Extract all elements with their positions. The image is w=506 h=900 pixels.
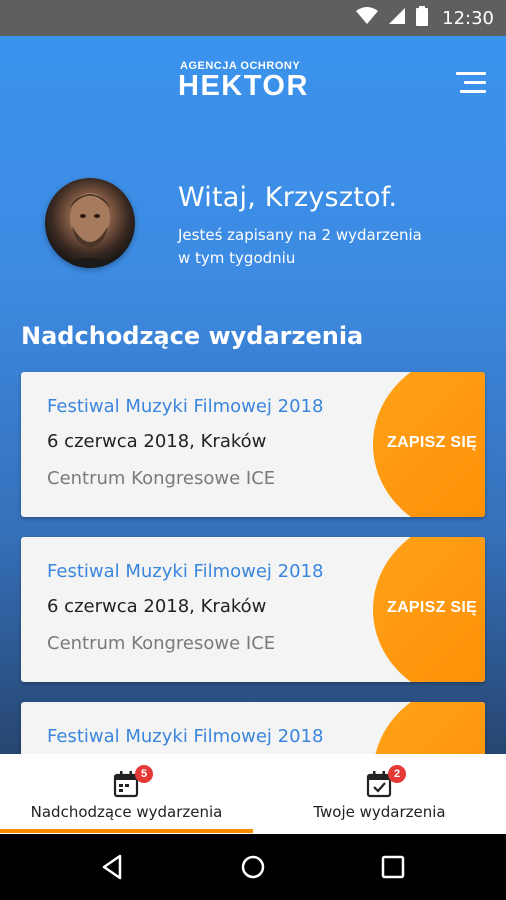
event-date: 6 czerwca 2018, Kraków [47, 431, 267, 452]
avatar[interactable] [45, 178, 135, 268]
event-card[interactable]: Festiwal Muzyki Filmowej 2018 6 czerwca … [21, 537, 485, 682]
active-tab-indicator [0, 829, 253, 833]
badge-count: 2 [388, 765, 406, 783]
recents-icon[interactable] [378, 852, 408, 882]
system-navigation-bar [0, 834, 506, 900]
badge-count: 5 [135, 765, 153, 783]
tab-upcoming-events[interactable]: 5 Nadchodzące wydarzenia [0, 754, 253, 834]
section-title: Nadchodzące wydarzenia [21, 322, 364, 350]
greeting-line-2: w tym tygodniu [178, 249, 296, 267]
event-place: Centrum Kongresowe ICE [47, 633, 276, 654]
back-icon[interactable] [98, 852, 128, 882]
event-date: 6 czerwca 2018, Kraków [47, 596, 267, 617]
cell-signal-icon [388, 7, 406, 29]
signup-button-label[interactable]: ZAPISZ SIĘ [387, 434, 477, 452]
greeting-subtitle: Jesteś zapisany na 2 wydarzenia w tym ty… [178, 224, 458, 270]
brand-logo: AGENCJA OCHRONY HEKTOR [178, 60, 328, 102]
greeting-line-1: Jesteś zapisany na 2 wydarzenia [178, 226, 422, 244]
battery-icon [416, 6, 429, 30]
home-icon[interactable] [238, 852, 268, 882]
status-bar: 12:30 [0, 0, 506, 36]
event-card[interactable]: Festiwal Muzyki Filmowej 2018 6 czerwca … [21, 372, 485, 517]
event-place: Centrum Kongresowe ICE [47, 468, 276, 489]
event-title[interactable]: Festiwal Muzyki Filmowej 2018 [47, 561, 323, 582]
tab-label: Twoje wydarzenia [313, 803, 446, 821]
greeting-title: Witaj, Krzysztof. [178, 182, 398, 213]
wifi-icon [356, 7, 379, 29]
brand-title: HEKTOR [178, 70, 309, 102]
hamburger-menu-icon[interactable] [456, 72, 486, 94]
signup-button-label[interactable]: ZAPISZ SIĘ [387, 599, 477, 617]
event-title[interactable]: Festiwal Muzyki Filmowej 2018 [47, 726, 323, 747]
status-time: 12:30 [442, 7, 494, 29]
tab-your-events[interactable]: 2 Twoje wydarzenia [253, 754, 506, 834]
event-title[interactable]: Festiwal Muzyki Filmowej 2018 [47, 396, 323, 417]
bottom-navigation: 5 Nadchodzące wydarzenia 2 Twoje wydarze… [0, 754, 506, 834]
tab-label: Nadchodzące wydarzenia [30, 803, 223, 821]
